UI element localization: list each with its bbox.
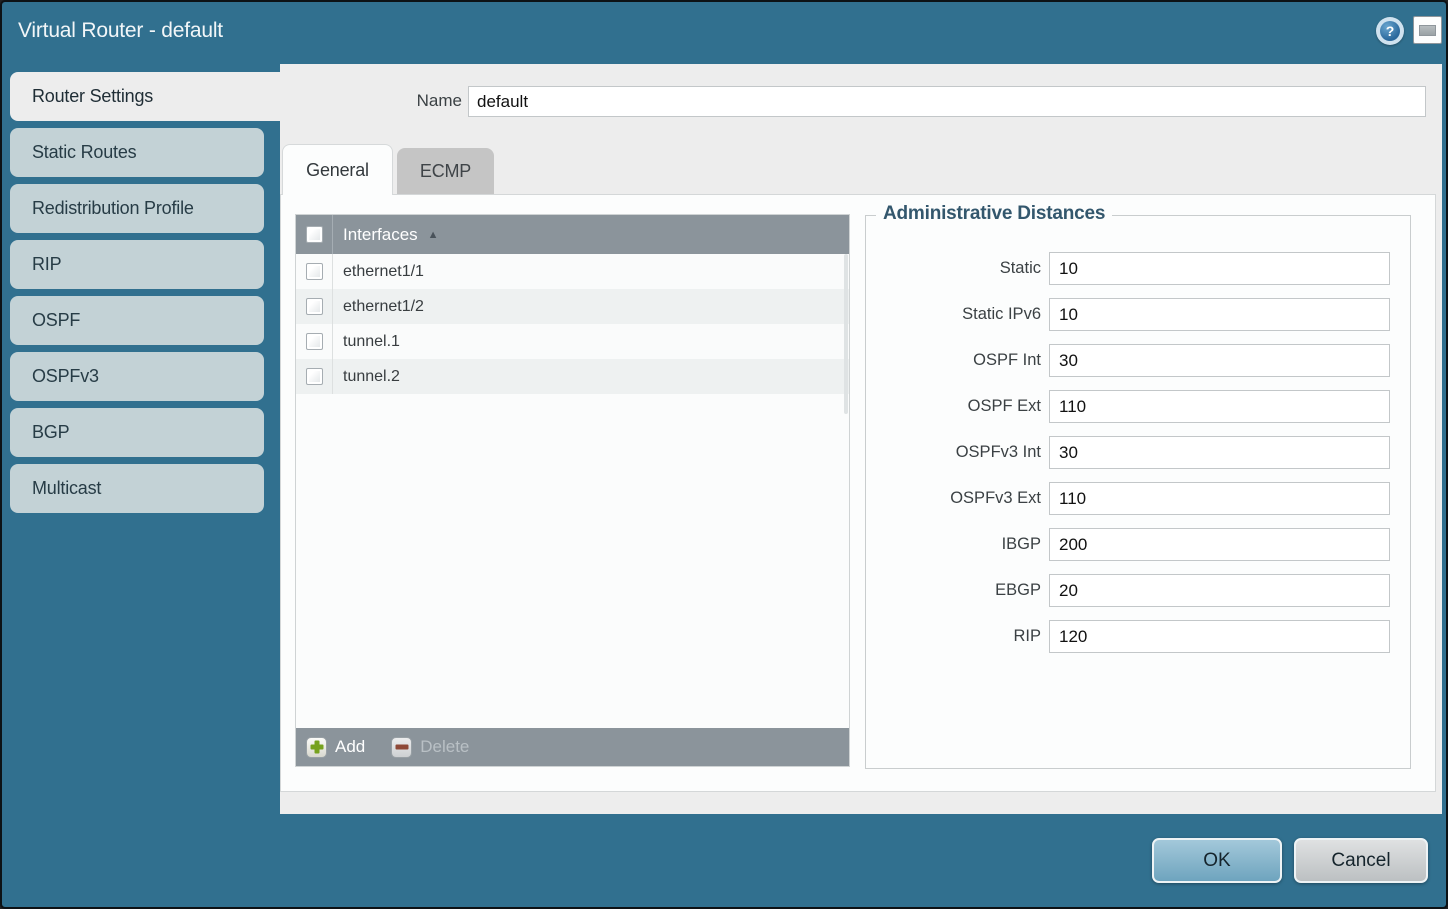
sidebar-item-redistribution-profile[interactable]: Redistribution Profile	[10, 184, 264, 233]
sidebar-item-rip[interactable]: RIP	[10, 240, 264, 289]
field-row-ospf-ext: OSPF Ext	[866, 390, 1410, 423]
ibgp-input[interactable]	[1049, 528, 1390, 561]
ospfv3-int-input[interactable]	[1049, 436, 1390, 469]
window-icon-glyph	[1419, 25, 1436, 36]
field-row-ospfv3-int: OSPFv3 Int	[866, 436, 1410, 469]
row-checkbox-cell	[296, 254, 333, 289]
sidebar-item-ospf[interactable]: OSPF	[10, 296, 264, 345]
sidebar-item-multicast[interactable]: Multicast	[10, 464, 264, 513]
admin-distances-fieldset: Administrative Distances StaticStatic IP…	[865, 215, 1411, 769]
sidebar-item-label: OSPF	[32, 310, 80, 330]
header-checkbox-cell	[296, 215, 333, 254]
table-row[interactable]: ethernet1/2	[296, 289, 849, 324]
tabstrip: GeneralECMP	[282, 144, 494, 195]
sidebar-item-label: Static Routes	[32, 142, 136, 162]
field-row-ospf-int: OSPF Int	[866, 344, 1410, 377]
cancel-button[interactable]: Cancel	[1294, 838, 1428, 883]
interface-name: ethernet1/1	[343, 263, 424, 281]
help-icon-glyph: ?	[1380, 21, 1400, 41]
sidebar-item-router-settings[interactable]: Router Settings	[10, 72, 280, 121]
static-ipv6-input[interactable]	[1049, 298, 1390, 331]
general-tab-panel: Interfaces ▲ ethernet1/1 ethernet1/2 tunne…	[280, 194, 1436, 792]
field-label: EBGP	[866, 581, 1049, 600]
field-label: Static	[866, 259, 1049, 278]
field-label: OSPF Ext	[866, 397, 1049, 416]
delete-button[interactable]: Delete	[391, 737, 469, 758]
tab-ecmp[interactable]: ECMP	[397, 148, 494, 194]
delete-button-label: Delete	[420, 737, 469, 757]
field-label: RIP	[866, 627, 1049, 646]
table-row[interactable]: ethernet1/1	[296, 254, 849, 289]
field-label: Static IPv6	[866, 305, 1049, 324]
sidebar-item-label: Redistribution Profile	[32, 198, 194, 218]
name-input[interactable]	[468, 86, 1426, 117]
sidebar: Router Settings Static Routes Redistributi…	[10, 72, 280, 520]
interface-name: tunnel.2	[343, 368, 400, 386]
select-all-checkbox[interactable]	[306, 226, 323, 243]
interfaces-column-header[interactable]: Interfaces	[343, 225, 418, 245]
ok-button[interactable]: OK	[1152, 838, 1282, 883]
rip-input[interactable]	[1049, 620, 1390, 653]
sidebar-item-label: RIP	[32, 254, 61, 274]
virtual-router-dialog: Virtual Router - default ? Router Settin…	[0, 0, 1448, 909]
ebgp-input[interactable]	[1049, 574, 1390, 607]
row-checkbox-cell	[296, 359, 333, 394]
sidebar-item-ospfv3[interactable]: OSPFv3	[10, 352, 264, 401]
interface-name: ethernet1/2	[343, 298, 424, 316]
field-label: IBGP	[866, 535, 1049, 554]
admin-distances-fields: Static Static IPv6 OSPF Int OSPF Ext OSPFv3 …	[866, 216, 1410, 653]
interface-name: tunnel.1	[343, 333, 400, 351]
static-input[interactable]	[1049, 252, 1390, 285]
interfaces-table-body: ethernet1/1 ethernet1/2 tunnel.1 tunnel.2	[296, 254, 849, 730]
help-icon[interactable]: ?	[1376, 17, 1404, 45]
sidebar-item-bgp[interactable]: BGP	[10, 408, 264, 457]
name-label: Name	[368, 91, 462, 111]
main-content: Name GeneralECMP Interfaces ▲ ethernet1/…	[280, 64, 1442, 814]
field-row-ibgp: IBGP	[866, 528, 1410, 561]
ospfv3-ext-input[interactable]	[1049, 482, 1390, 515]
field-row-ospfv3-ext: OSPFv3 Ext	[866, 482, 1410, 515]
row-checkbox[interactable]	[306, 298, 323, 315]
field-label: OSPFv3 Ext	[866, 489, 1049, 508]
row-checkbox-cell	[296, 289, 333, 324]
dialog-title: Virtual Router - default	[18, 19, 223, 43]
table-row[interactable]: tunnel.1	[296, 324, 849, 359]
interfaces-table-header[interactable]: Interfaces ▲	[296, 215, 849, 254]
row-checkbox-cell	[296, 324, 333, 359]
sidebar-item-label: OSPFv3	[32, 366, 99, 386]
row-checkbox[interactable]	[306, 368, 323, 385]
row-checkbox[interactable]	[306, 333, 323, 350]
sidebar-item-label: Multicast	[32, 478, 101, 498]
field-row-static: Static	[866, 252, 1410, 285]
delete-minus-icon	[391, 737, 412, 758]
interfaces-table: Interfaces ▲ ethernet1/1 ethernet1/2 tunne…	[295, 214, 850, 767]
table-row[interactable]: tunnel.2	[296, 359, 849, 394]
window-icon[interactable]	[1413, 16, 1442, 44]
tab-general[interactable]: General	[282, 144, 393, 195]
field-label: OSPF Int	[866, 351, 1049, 370]
sidebar-item-label: BGP	[32, 422, 69, 442]
add-button-label: Add	[335, 737, 365, 757]
interfaces-table-footer: Add Delete	[296, 728, 849, 766]
add-button[interactable]: Add	[306, 737, 365, 758]
field-label: OSPFv3 Int	[866, 443, 1049, 462]
table-scrollbar[interactable]	[844, 254, 848, 414]
sort-asc-icon: ▲	[428, 229, 439, 241]
admin-distances-legend: Administrative Distances	[876, 203, 1112, 225]
sidebar-item-static-routes[interactable]: Static Routes	[10, 128, 264, 177]
field-row-static-ipv6: Static IPv6	[866, 298, 1410, 331]
field-row-rip: RIP	[866, 620, 1410, 653]
add-plus-icon	[306, 737, 327, 758]
row-checkbox[interactable]	[306, 263, 323, 280]
sidebar-item-label: Router Settings	[32, 86, 153, 106]
field-row-ebgp: EBGP	[866, 574, 1410, 607]
ospf-int-input[interactable]	[1049, 344, 1390, 377]
ospf-ext-input[interactable]	[1049, 390, 1390, 423]
